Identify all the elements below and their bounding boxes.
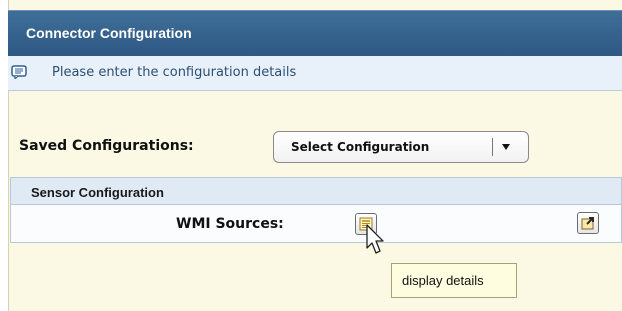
sensor-configuration-header: Sensor Configuration (10, 177, 622, 205)
wmi-sources-label: WMI Sources: (176, 216, 284, 232)
configuration-select[interactable]: Select Configuration (273, 131, 529, 163)
info-message: Please enter the configuration details (52, 65, 297, 80)
dropdown-arrow-icon[interactable] (502, 144, 510, 150)
connector-configuration-panel: Connector Configuration Please enter the… (0, 0, 622, 311)
mouse-cursor-icon (365, 224, 387, 256)
export-button[interactable] (577, 212, 599, 234)
select-divider (492, 138, 493, 156)
info-bar: Please enter the configuration details (8, 56, 622, 91)
title-bar: Connector Configuration (8, 10, 622, 56)
saved-configurations-label: Saved Configurations: (19, 138, 194, 154)
configuration-select-value: Select Configuration (291, 140, 430, 154)
display-details-tooltip: display details (391, 263, 517, 298)
wmi-sources-row: WMI Sources: (10, 205, 622, 243)
sensor-configuration-title: Sensor Configuration (31, 185, 164, 200)
info-message-icon (11, 65, 27, 79)
tooltip-text: display details (402, 273, 484, 288)
page-title: Connector Configuration (26, 25, 192, 41)
